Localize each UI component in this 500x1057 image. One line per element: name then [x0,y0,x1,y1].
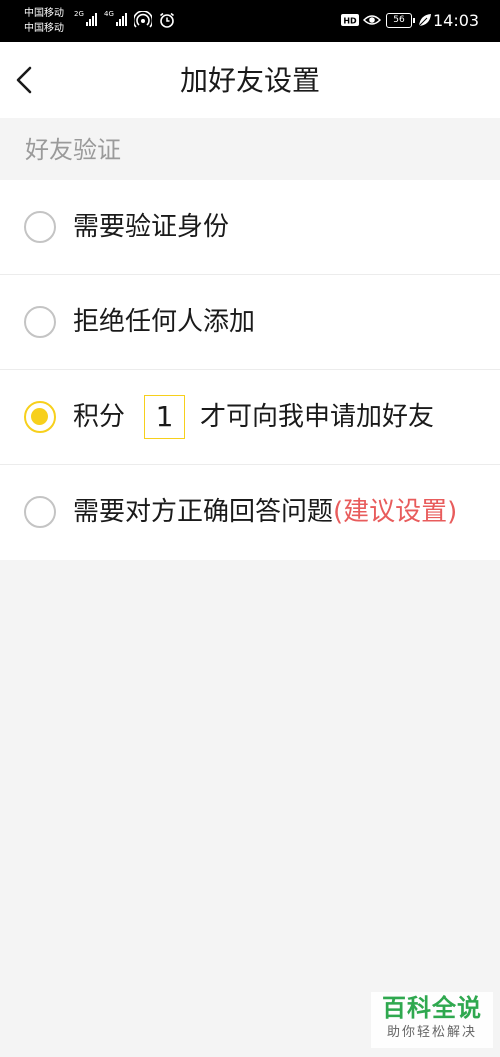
carrier-1: 中国移动 [24,8,64,19]
hotspot-icon [134,11,152,28]
option-require-verification[interactable]: 需要验证身份 [0,180,500,275]
option-points-required[interactable]: 积分 1 才可向我申请加好友 [0,370,500,465]
leaf-icon [418,14,431,27]
option-label: 需要验证身份 [73,212,230,242]
signal-icon: 4G [104,10,127,26]
radio-button[interactable] [24,211,56,243]
option-label: 拒绝任何人添加 [73,307,256,337]
section-header: 好友验证 [25,136,121,164]
option-label: 需要对方正确回答问题(建议设置) [73,494,457,530]
eye-icon [363,15,381,25]
radio-button[interactable] [24,306,56,338]
svg-text:HD: HD [343,17,357,26]
network-type-1: 2G [74,10,84,18]
verification-options-list: 需要验证身份 拒绝任何人添加 积分 1 才可向我申请加好友 需要对方正确回答问题… [0,180,500,560]
points-input[interactable]: 1 [144,395,185,439]
radio-button-selected[interactable] [24,401,56,433]
watermark-subtitle: 助你轻松解决 [386,1025,477,1040]
carrier-labels: 中国移动 中国移动 [24,6,64,36]
option-reject-all[interactable]: 拒绝任何人添加 [0,275,500,370]
carrier-2: 中国移动 [24,23,64,34]
clock: 14:03 [433,11,480,30]
option-label-text: 需要对方正确回答问题 [73,497,334,527]
nav-bar: 加好友设置 [0,42,500,118]
status-bar: 中国移动 中国移动 2G 4G HD 56 14:03 [0,0,500,42]
battery-icon: 56 [386,13,415,28]
alarm-icon [160,12,174,28]
signal-icon: 2G [74,10,97,26]
page-title: 加好友设置 [179,64,320,97]
option-label-suffix: 才可向我申请加好友 [200,402,435,432]
recommended-hint: (建议设置) [333,497,458,527]
watermark-logo: 百科全说 助你轻松解决 [371,992,493,1048]
network-type-2: 4G [104,10,114,18]
watermark-title: 百科全说 [382,994,482,1022]
hd-icon: HD [341,14,359,26]
radio-button[interactable] [24,496,56,528]
option-answer-question[interactable]: 需要对方正确回答问题(建议设置) [0,465,500,560]
option-label-prefix: 积分 [73,402,126,432]
